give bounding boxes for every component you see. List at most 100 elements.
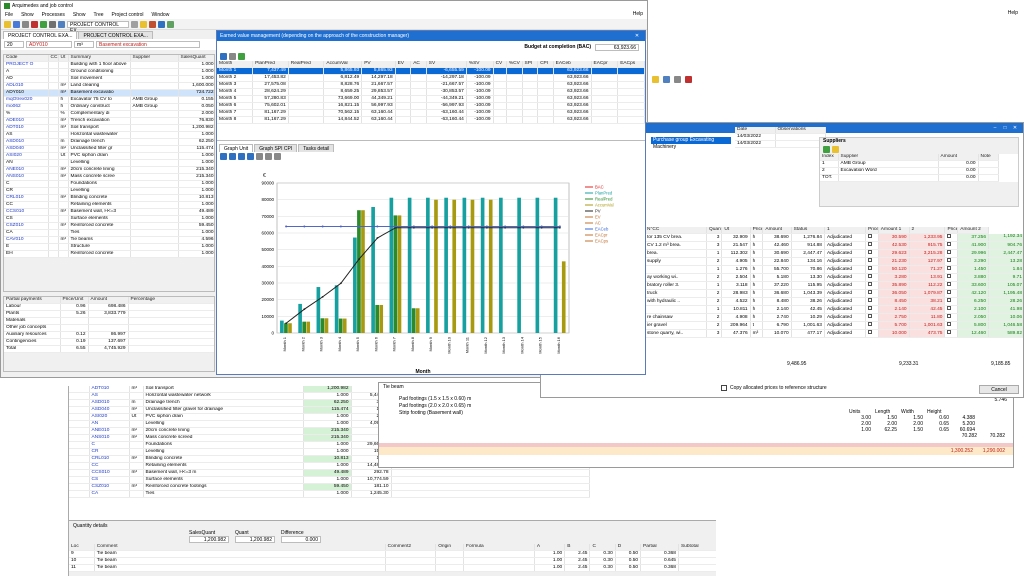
checkbox[interactable] [944,305,959,314]
sales-quant-field[interactable]: 1,200.982 [189,535,229,543]
menu-item[interactable]: Window [152,12,170,18]
checkbox[interactable] [944,297,959,306]
tab-project-control-1[interactable]: PROJECT CONTROL EXA... [3,31,78,39]
table-row[interactable]: ADY010 m³ Basement excavatio 724.722 [4,89,214,97]
add-icon[interactable] [40,20,47,28]
checkbox[interactable] [944,257,959,266]
table-row[interactable]: ADL010 m² Land clearing 1,600.000 [4,82,214,90]
table-row[interactable]: CV 1.2 m³ brea. 3 21.547 h 42.460 914.88 Adjud… [645,241,1023,250]
checkbox[interactable] [865,281,879,290]
zoom-out-icon[interactable] [229,153,236,160]
table-row[interactable]: CS Surface elements 1.000 [4,215,214,223]
table-row[interactable]: %% Complementary di 2.000 [4,110,214,118]
table-row[interactable]: 1 10.811 h 2.140 42.45 Adjudicated 2.140 42.45 2… [645,305,1023,314]
print-icon[interactable] [22,20,29,28]
checkbox[interactable] [944,241,959,250]
checkbox[interactable] [865,249,879,258]
table-row[interactable]: AD Soil movement 1.000 [4,75,214,83]
table-row[interactable]: PROJECT O Building with 1 floor above 1.00… [4,61,214,69]
menu-item[interactable]: File [5,12,13,18]
table-row[interactable]: CAV010 m³ Tie beams 4.596 [4,236,214,244]
table-row[interactable]: 14/03/2022 [735,133,826,141]
table-row[interactable]: ADT010 m³ Soil transport 1,200.982 [4,124,214,132]
cut-icon[interactable] [49,20,56,28]
table-row[interactable]: Materials [4,317,214,325]
close-icon[interactable]: ✕ [1010,125,1020,131]
tab-tasks-detail[interactable]: Tasks detail [298,144,335,152]
menu-item[interactable]: Processes [42,12,65,18]
project-code-field[interactable]: PROJECT CONTROL EX... [67,20,129,34]
table-row[interactable]: Month 1 7,437.49 5,865.93 5,865.93 -6,655.59… [217,67,645,75]
edit-supplier-icon[interactable] [832,146,839,153]
cancel-button[interactable]: Cancel [979,385,1019,394]
table-row[interactable]: ASD040 m² Unclassified filter gr 115.474 [4,145,214,153]
ev-close-icon[interactable]: ✕ [632,33,642,39]
checkbox[interactable] [865,313,879,322]
tab-graph-unit[interactable]: Graph Unit [219,144,254,152]
tree-icon[interactable] [167,20,174,28]
concept-unit-field[interactable]: m³ [74,41,94,48]
app-help-label[interactable]: Help [633,11,643,17]
ev-refresh-icon[interactable] [220,53,227,60]
concept-number-field[interactable]: 20 [4,41,24,48]
chart-print-icon[interactable] [256,153,263,160]
table-row[interactable]: ASI020 Ut PVC siphon drain 1.000 [4,152,214,160]
table-row[interactable]: Month 5 57,280.83 73,669.00 44,349.21 -44,34… [217,95,645,103]
concept-code-field[interactable]: ADY010 [26,41,72,48]
checkbox[interactable] [944,321,959,330]
table-row[interactable]: Month 3 27,575.08 8,828.76 21,667.57 -21,667… [217,81,645,89]
checkbox[interactable] [944,329,959,338]
tab-project-control-2[interactable]: PROJECT CONTROL EXA... [78,31,153,39]
table-row[interactable]: CC Retaining elements 1.000 [4,201,214,209]
table-row[interactable]: C Foundations 1.000 [4,180,214,188]
table-row[interactable]: with hydraulic .. 2 4.522 h 8.480 38.26 Adjudi… [645,297,1023,306]
checkbox[interactable] [865,265,879,274]
table-row[interactable]: A Ground conditioning 1.000 [4,68,214,76]
copy-icon[interactable] [58,20,65,28]
table-row[interactable]: Auxiliary resources 0.12 86.997 [4,331,214,339]
maximize-icon[interactable]: □ [1000,125,1010,131]
table-row[interactable]: ASD010 m Drainage trench 62.250 [4,138,214,146]
concept-summary-field[interactable]: Basement excavation [96,41,200,48]
copy-prices-checkbox[interactable] [721,385,727,391]
table-row[interactable]: CA Ties 1.000 [4,229,214,237]
table-row[interactable]: Month 2 17,453.82 6,812.49 14,297.18 -14,297… [217,74,645,82]
table-row[interactable]: bratory roller 3. 1 3.118 h 37.220 115.95 Adju… [645,281,1023,290]
ev-print-icon[interactable] [229,53,236,60]
table-row[interactable]: ANE010 m² 20cm concrete lining 215.340 [4,166,214,174]
zoom-in-icon[interactable] [220,153,227,160]
minimize-icon[interactable]: – [990,125,1000,131]
quant-field[interactable]: 1,200.982 [235,535,275,543]
right-help-label[interactable]: Help [1008,10,1018,16]
right-close-icon[interactable] [685,75,692,83]
table-row[interactable]: mo062 h Ordinary construct AMB Group 0.050 [4,103,214,111]
table-row[interactable]: CSZ010 m³ Reinforced concrete 59.450 [4,222,214,230]
table-row[interactable]: E Structure 1.000 [4,243,214,251]
table-row[interactable]: 11 Tie beam 1.00 2.45 0.30 0.50 0.368 [69,564,716,572]
table-row[interactable]: Plants 5.26 3,833.779 [4,310,214,318]
table-row[interactable]: EH Reinforced concrete 1.000 [4,250,214,258]
table-row[interactable]: AN Levelling 1.000 [4,159,214,167]
open-icon[interactable] [4,20,11,28]
table-row[interactable]: Other job concepts [4,324,214,332]
menu-item[interactable]: Project control [112,12,144,18]
chart-save-icon[interactable] [274,153,281,160]
table-row[interactable]: tor 135 CV brea. 3 32.909 h 38.690 1,276.84 Ad… [645,233,1023,242]
checkbox[interactable] [865,233,879,242]
checkbox[interactable] [865,241,879,250]
delete-icon[interactable] [31,20,38,28]
checkbox[interactable] [865,273,879,282]
save-icon[interactable] [13,20,20,28]
table-row[interactable]: truck 2 28.983 h 36.680 1,043.39 Adjudicated 36… [645,289,1023,298]
table-row[interactable]: brea. 1 112.302 h 30.690 2,447.47 Adjudicated 2… [645,249,1023,258]
table-row[interactable]: supply 2 4.905 h 22.840 134.16 Adjudicated 21.2… [645,257,1023,266]
folder-icon[interactable] [140,20,147,28]
table-row[interactable]: Total 6.55 4,745.929 [4,345,214,353]
table-row[interactable]: Month 8 81,167.29 14,844.52 63,160.44 -63,16… [217,116,645,124]
table-row[interactable]: stone quarry, wi.. 3 47.376 m³ 10.070 477.17 A… [645,329,1023,338]
table-row[interactable]: 14/03/2022 [735,140,826,148]
add-supplier-icon[interactable] [823,146,830,153]
checkbox[interactable] [944,249,959,258]
chart-copy-icon[interactable] [265,153,272,160]
right-grid-icon[interactable] [663,75,670,83]
